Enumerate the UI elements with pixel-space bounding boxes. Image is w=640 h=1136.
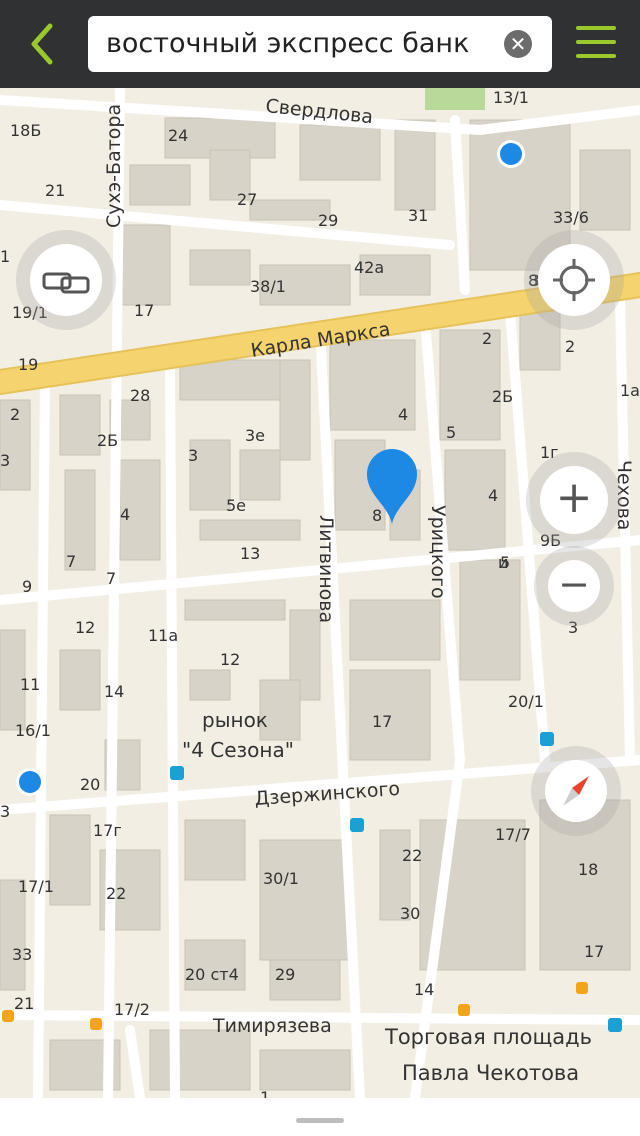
house-number-38: 12: [75, 618, 95, 637]
hamburger-icon: [576, 26, 616, 30]
house-number-41: 11: [20, 675, 40, 694]
house-number-20: 5: [446, 423, 456, 442]
back-button[interactable]: [22, 20, 62, 68]
search-field[interactable]: восточный экспресс банк ✕: [88, 16, 552, 72]
house-number-24: 3: [188, 446, 198, 465]
house-number-46: 20: [80, 775, 100, 794]
house-number-16: 19: [18, 355, 38, 374]
house-number-31: 7: [66, 552, 76, 571]
house-number-30: 13: [240, 544, 260, 563]
house-number-17: 28: [130, 386, 150, 405]
house-number-39: 11а: [148, 626, 178, 645]
map-canvas[interactable]: Свердлова Карла Маркса Дзержинского Тими…: [0, 88, 640, 1098]
house-number-15: 1а: [620, 381, 640, 400]
house-number-2: 21: [45, 181, 65, 200]
plus-icon: +: [555, 472, 593, 523]
house-number-45: 17: [372, 712, 392, 731]
house-number-35: 9Б: [540, 531, 561, 550]
traffic-icon: [42, 272, 90, 294]
house-number-21: 2Б: [492, 387, 513, 406]
house-number-27: 5е: [226, 496, 246, 515]
house-number-36: 3: [568, 618, 578, 637]
house-number-18: 2: [10, 405, 20, 424]
house-number-60: 17/2: [114, 1000, 150, 1019]
street-uritskogo: Урицкого: [427, 505, 449, 599]
house-number-33: 8: [372, 506, 382, 525]
house-number-37: 9: [22, 577, 32, 596]
house-number-22: 2Б: [97, 431, 118, 450]
house-number-40: 12: [220, 650, 240, 669]
poi-square-line2: Павла Чекотова: [402, 1061, 579, 1085]
house-number-65: и: [498, 553, 508, 572]
street-dzerzhinskogo: Дзержинского: [254, 778, 401, 810]
clear-search-button[interactable]: ✕: [504, 30, 532, 58]
zoom-in-button[interactable]: +: [540, 466, 608, 534]
house-number-25: 1г: [540, 443, 559, 462]
street-chekhova: Чехова: [613, 460, 635, 530]
house-number-5: 31: [408, 206, 428, 225]
search-query[interactable]: восточный экспресс банк: [106, 28, 469, 59]
house-number-9: 38/1: [250, 277, 286, 296]
house-number-1: 24: [168, 126, 188, 145]
top-bar: восточный экспресс банк ✕: [0, 0, 640, 88]
house-number-0: 18Б: [10, 121, 41, 140]
house-number-49: 22: [402, 846, 422, 865]
house-number-52: 22: [106, 884, 126, 903]
zoom-out-button[interactable]: −: [548, 560, 600, 612]
house-number-48: 17/7: [495, 825, 531, 844]
house-number-26: 4: [488, 486, 498, 505]
drag-handle[interactable]: [296, 1118, 344, 1123]
house-number-64: 8: [528, 271, 538, 290]
house-number-66: 1: [0, 247, 10, 266]
poi-market-line2: "4 Сезона": [182, 738, 294, 762]
green-area: [425, 88, 485, 110]
locate-icon: [553, 259, 595, 301]
house-number-28: 4: [120, 505, 130, 524]
house-number-58: 17: [584, 942, 604, 961]
house-number-12: 2: [482, 329, 492, 348]
house-number-23: 3е: [245, 426, 265, 445]
house-number-11: 17: [134, 301, 154, 320]
chevron-left-icon: [31, 23, 53, 65]
house-number-29: 3: [0, 451, 10, 470]
house-number-54: 30: [400, 904, 420, 923]
close-icon: ✕: [509, 32, 527, 56]
house-number-43: 16/1: [15, 721, 51, 740]
house-number-59: 21: [14, 994, 34, 1013]
street-timiryazeva: Тимирязева: [212, 1015, 332, 1037]
house-number-44: 20/1: [508, 692, 544, 711]
house-number-13: 2: [565, 337, 575, 356]
compass-button[interactable]: [545, 760, 607, 822]
bottom-panel[interactable]: [0, 1098, 640, 1136]
house-number-8: 42а: [354, 258, 384, 277]
street-litvinova: Литвинова: [315, 515, 337, 623]
house-number-32: 7: [106, 569, 116, 588]
house-number-3: 27: [237, 190, 257, 209]
street-sukhe-batora: Сухэ-Батора: [103, 104, 125, 228]
house-number-62: 1: [260, 1088, 270, 1098]
house-number-47: 17г: [93, 821, 122, 840]
house-number-50: 18: [578, 860, 598, 879]
house-number-4: 29: [318, 211, 338, 230]
house-number-57: 29: [275, 965, 295, 984]
locate-button[interactable]: [538, 244, 610, 316]
map-svg: Свердлова Карла Маркса Дзержинского Тими…: [0, 88, 640, 1098]
house-number-56: 20 ст4: [185, 965, 239, 984]
menu-button[interactable]: [576, 26, 616, 62]
minus-icon: −: [558, 562, 590, 606]
poi-market-line1: рынок: [202, 708, 268, 732]
house-number-53: 17/1: [18, 877, 54, 896]
house-number-55: 33: [12, 945, 32, 964]
house-number-51: 30/1: [263, 869, 299, 888]
traffic-button[interactable]: [30, 244, 102, 316]
house-number-61: 14: [414, 980, 434, 999]
house-number-63: 3: [0, 802, 10, 821]
house-number-42: 14: [104, 682, 124, 701]
house-number-6: 13/1: [493, 88, 529, 107]
poi-square-line1: Торговая площадь: [384, 1025, 592, 1049]
house-number-7: 33/6: [553, 208, 589, 227]
compass-icon: [563, 776, 589, 806]
house-number-19: 4: [398, 405, 408, 424]
